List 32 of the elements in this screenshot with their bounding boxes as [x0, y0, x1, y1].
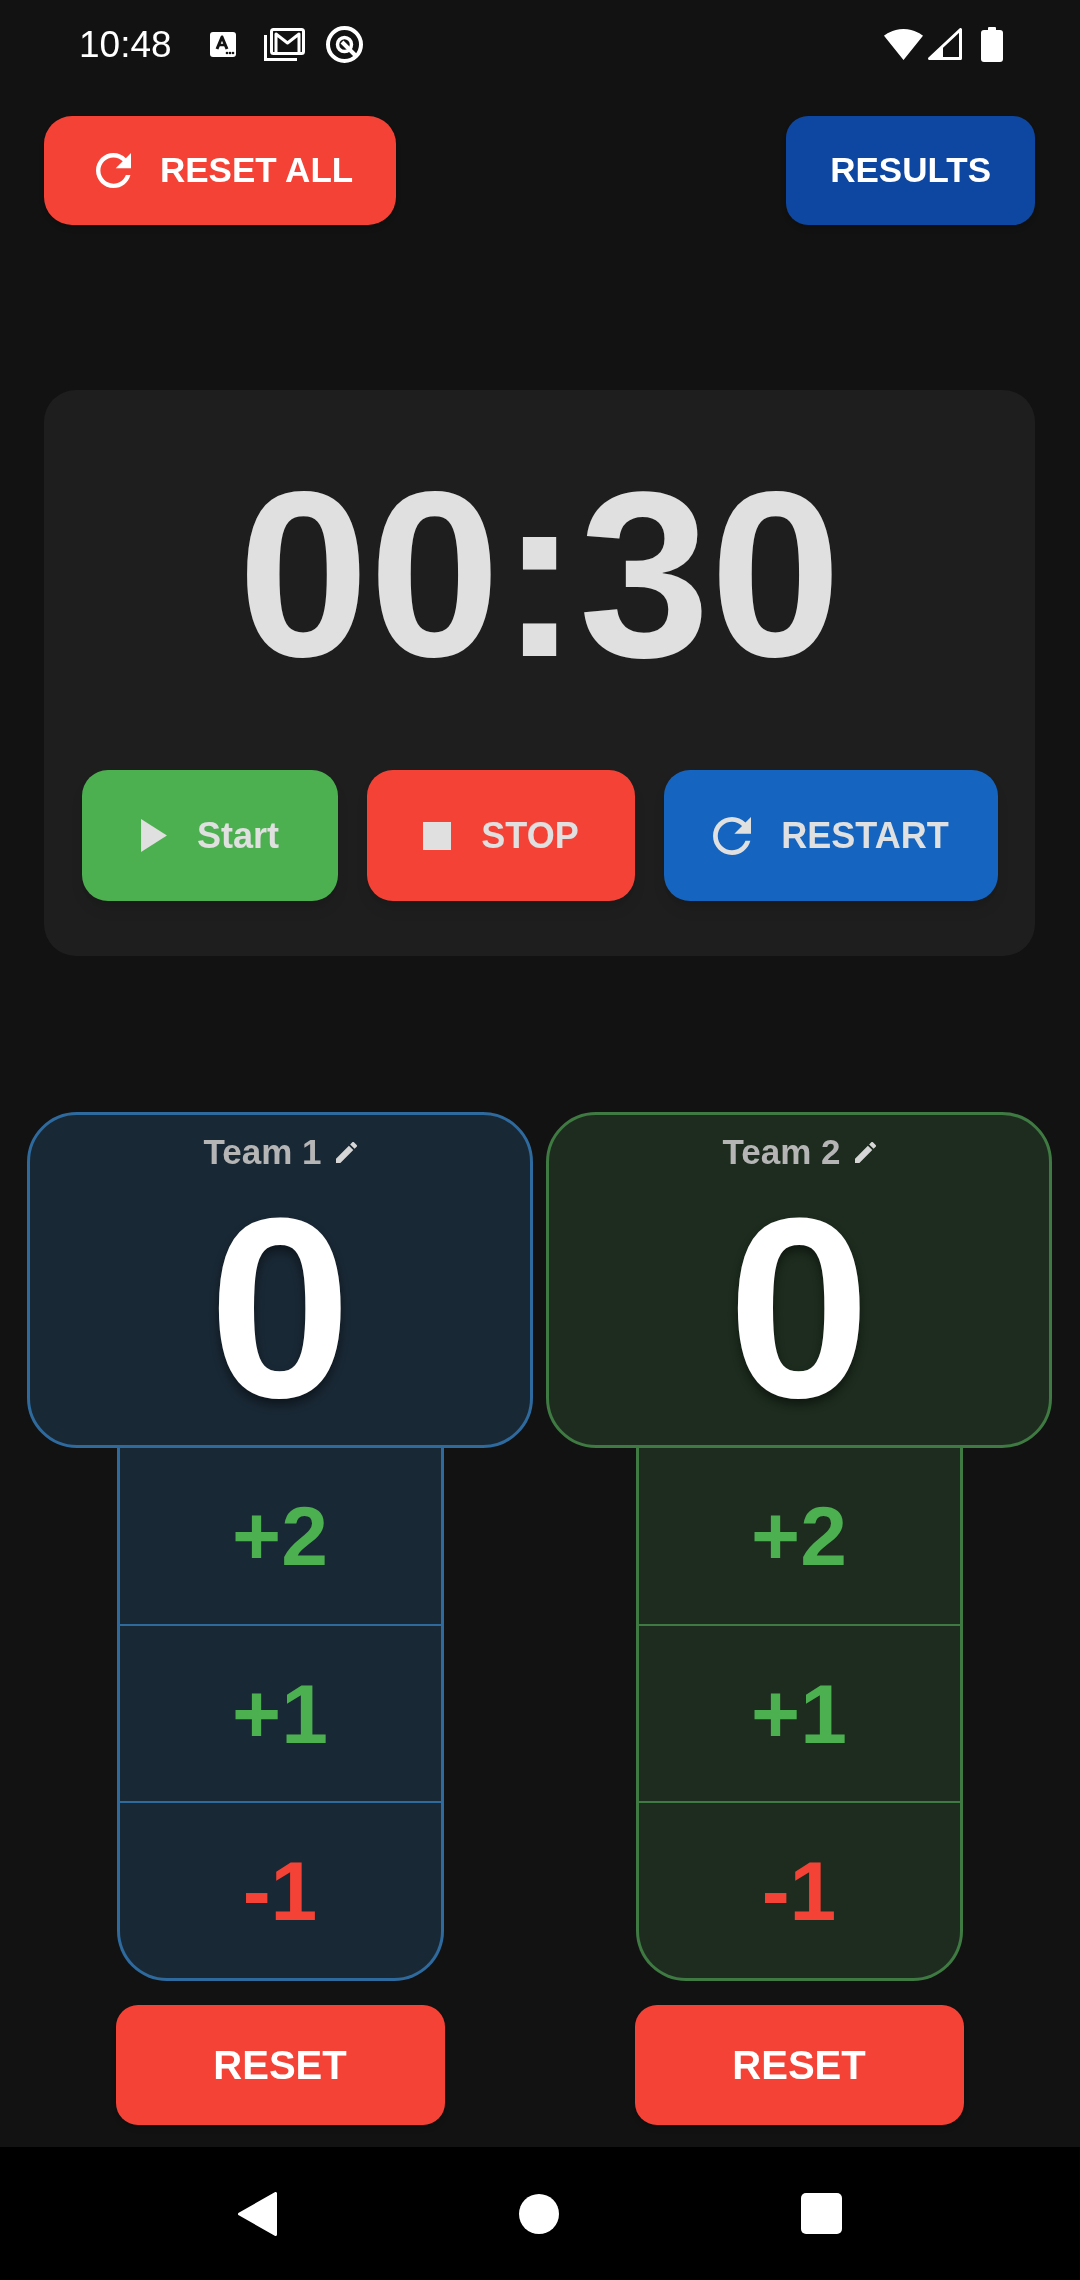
stop-icon: [423, 821, 452, 850]
add-points-button[interactable]: +1: [638, 1624, 960, 1801]
reset-button[interactable]: RESET: [115, 2005, 445, 2125]
team-name-button[interactable]: Team 1: [203, 1132, 357, 1172]
status-time: 10:48: [79, 25, 172, 63]
pencil-icon: [335, 1141, 357, 1163]
subtract-points-button[interactable]: -1: [638, 1801, 960, 1978]
stop-button[interactable]: STOP: [367, 770, 635, 901]
add-points-button[interactable]: +2: [638, 1448, 960, 1624]
results-button[interactable]: RESULTS: [786, 116, 1035, 225]
home-icon[interactable]: [519, 2193, 559, 2234]
team-name-button[interactable]: Team 2: [722, 1132, 876, 1172]
restart-button[interactable]: RESTART: [664, 770, 998, 901]
team-score: 0: [727, 1180, 871, 1436]
mail-icon: [263, 27, 305, 61]
reset-button[interactable]: RESET: [634, 2005, 964, 2125]
pencil-icon: [854, 1141, 876, 1163]
battery-icon: [981, 26, 1003, 62]
ring-icon: [325, 25, 363, 63]
subtract-points-button[interactable]: -1: [119, 1801, 441, 1978]
app-tile-icon: [209, 31, 236, 57]
team-score: 0: [208, 1180, 352, 1436]
play-icon: [141, 819, 167, 852]
wifi-icon: [884, 28, 923, 60]
reset-all-button[interactable]: RESET ALL: [44, 116, 397, 225]
timer-display: 00:30: [237, 456, 842, 692]
refresh-icon: [96, 153, 131, 188]
refresh-icon: [713, 816, 752, 855]
back-icon[interactable]: [238, 2191, 277, 2236]
signal-icon: [928, 28, 962, 60]
add-points-button[interactable]: +2: [119, 1448, 441, 1624]
add-points-button[interactable]: +1: [119, 1624, 441, 1801]
